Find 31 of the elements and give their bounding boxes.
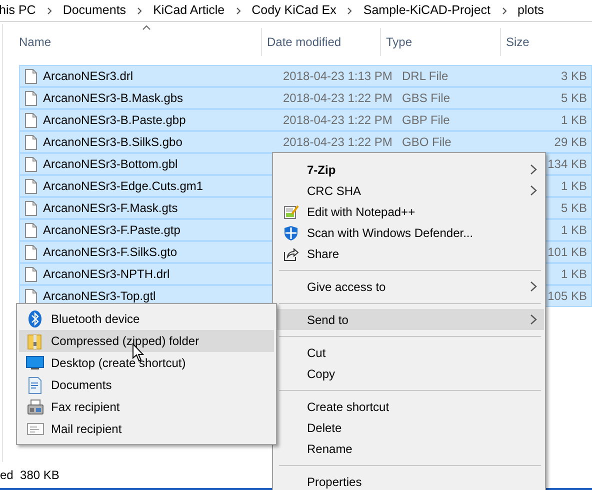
file-name: ArcanoNESr3-Top.gtl xyxy=(43,288,156,305)
type-cell: GBO File xyxy=(402,135,452,149)
file-name: ArcanoNESr3-F.Paste.gtp xyxy=(43,222,180,239)
size-cell: 3 KB xyxy=(560,69,587,83)
file-name: ArcanoNESr3-NPTH.drl xyxy=(43,266,170,283)
type-cell: GBS File xyxy=(402,91,450,105)
date-cell: 2018-04-23 1:22 PM xyxy=(283,135,392,149)
size-cell: 1 KB xyxy=(560,223,587,237)
file-name: ArcanoNESr3-Edge.Cuts.gm1 xyxy=(43,178,204,195)
date-cell: 2018-04-23 1:13 PM xyxy=(283,69,392,83)
file-name: ArcanoNESr3.drl xyxy=(43,68,134,85)
file-name: ArcanoNESr3-B.Paste.gbp xyxy=(43,112,186,129)
size-cell: 1 KB xyxy=(560,113,587,127)
status-text: ed 380 KB xyxy=(0,467,60,484)
file-name: ArcanoNESr3-F.Mask.gts xyxy=(43,200,178,217)
date-cell: 2018-04-23 1:22 PM xyxy=(283,91,392,105)
file-name: ArcanoNESr3-B.SilkS.gbo xyxy=(43,134,182,151)
size-cell: 1 KB xyxy=(560,179,587,193)
file-name: ArcanoNESr3-B.Mask.gbs xyxy=(43,90,184,107)
type-cell: DRL File xyxy=(402,69,448,83)
size-cell: 1 KB xyxy=(560,267,587,281)
size-cell: 29 KB xyxy=(554,135,587,149)
type-cell: GBP File xyxy=(402,113,450,127)
size-cell: 105 KB xyxy=(548,289,587,303)
date-cell: 2018-04-23 1:22 PM xyxy=(283,113,392,127)
file-name: ArcanoNESr3-Bottom.gbl xyxy=(43,156,178,173)
size-cell: 5 KB xyxy=(560,201,587,215)
file-name: ArcanoNESr3-F.SilkS.gto xyxy=(43,244,178,261)
size-cell: 5 KB xyxy=(560,91,587,105)
size-cell: 134 KB xyxy=(548,157,587,171)
size-cell: 101 KB xyxy=(548,245,587,259)
